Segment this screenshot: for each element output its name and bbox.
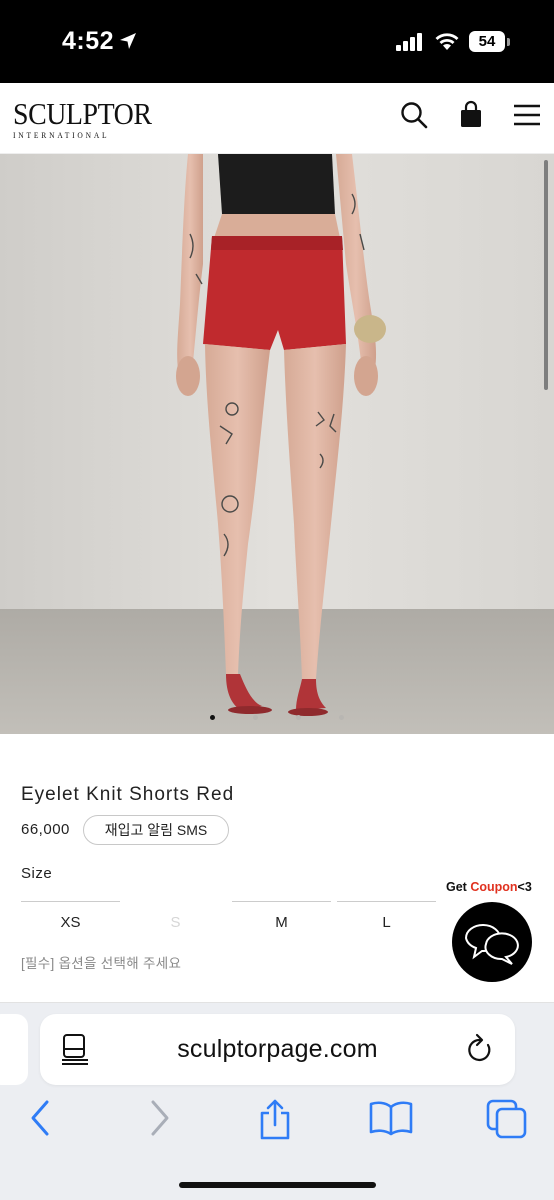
menu-icon[interactable] (512, 100, 542, 130)
tabs-icon[interactable] (486, 1099, 528, 1139)
size-label: Size (21, 865, 53, 882)
site-header: SCULPTOR INTERNATIONAL (0, 83, 554, 154)
battery-level: 54 (469, 31, 505, 52)
wifi-icon (435, 33, 459, 50)
product-image[interactable] (0, 154, 554, 734)
gallery-dot-4[interactable] (339, 715, 344, 720)
battery-tip (507, 38, 510, 46)
required-option-note: [필수] 옵션을 선택해 주세요 (21, 956, 182, 971)
gallery-pagination (0, 715, 554, 723)
back-arrow-icon[interactable] (28, 1099, 52, 1137)
gallery-dot-2[interactable] (253, 715, 258, 720)
product-price: 66,000 (21, 821, 70, 838)
logo-wordmark: SCULPTOR (13, 96, 152, 131)
product-title: Eyelet Knit Shorts Red (21, 784, 235, 805)
search-icon[interactable] (399, 100, 429, 130)
coupon-highlight: Coupon (470, 880, 518, 894)
shopping-bag-icon[interactable] (456, 100, 486, 130)
status-bar: 4:52 54 (0, 0, 554, 83)
gallery-dot-3[interactable] (296, 715, 301, 720)
coupon-prefix: Get (446, 880, 471, 894)
page-scroll-indicator[interactable] (544, 160, 548, 390)
cellular-signal-icon (396, 33, 422, 51)
bookmarks-icon[interactable] (369, 1099, 413, 1137)
url-text[interactable]: sculptorpage.com (40, 1035, 515, 1064)
size-option-s: S (170, 914, 181, 931)
logo-subtitle: INTERNATIONAL (13, 130, 110, 140)
chat-bubbles-icon (464, 924, 519, 965)
status-time: 4:52 (62, 27, 115, 55)
restock-sms-button[interactable]: 재입고 알림 SMS (83, 815, 229, 845)
coupon-suffix: <3 (517, 880, 532, 894)
coupon-link[interactable]: Get Coupon<3 (446, 880, 532, 894)
size-option-l[interactable]: L (337, 901, 436, 941)
previous-tab-preview[interactable] (0, 1014, 28, 1085)
reload-icon[interactable] (465, 1033, 495, 1067)
home-indicator (179, 1182, 376, 1188)
forward-arrow-icon[interactable] (148, 1099, 172, 1137)
gallery-dot-1[interactable] (210, 715, 215, 720)
address-bar[interactable]: sculptorpage.com (40, 1014, 515, 1085)
location-arrow-icon (120, 33, 136, 49)
size-option-m[interactable]: M (232, 901, 331, 941)
brand-logo[interactable]: SCULPTOR INTERNATIONAL (13, 96, 167, 140)
size-option-xs[interactable]: XS (21, 901, 120, 941)
product-photo (0, 154, 554, 734)
chat-button[interactable] (452, 902, 532, 982)
share-icon[interactable] (257, 1099, 293, 1141)
